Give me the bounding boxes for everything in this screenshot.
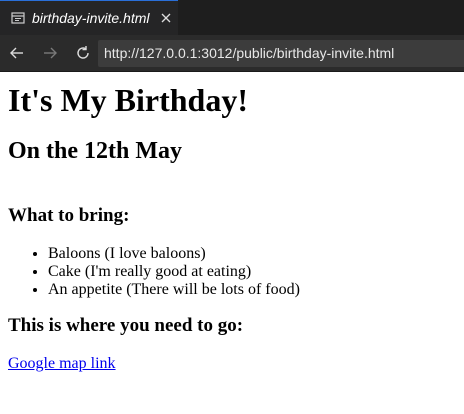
page-title: It's My Birthday! <box>8 82 248 118</box>
bring-heading: What to bring: <box>8 205 130 226</box>
list-item: An appetite (There will be lots of food) <box>48 281 456 299</box>
preview-icon <box>11 11 25 25</box>
google-map-link[interactable]: Google map link <box>8 355 116 373</box>
bring-list: Baloons (I love baloons) Cake (I'm reall… <box>8 245 456 299</box>
tab-bar: birthday-invite.html <box>0 0 464 35</box>
page-content: It's My Birthday! On the 12th May What t… <box>0 82 464 373</box>
tab-title: birthday-invite.html <box>32 10 150 26</box>
reload-icon[interactable] <box>75 45 91 61</box>
close-icon[interactable] <box>160 12 172 24</box>
event-date: On the 12th May <box>8 138 182 164</box>
list-item: Baloons (I love baloons) <box>48 245 456 263</box>
back-arrow-icon[interactable] <box>9 45 25 61</box>
tab-birthday-invite[interactable]: birthday-invite.html <box>0 0 178 35</box>
url-input[interactable]: http://127.0.0.1:3012/public/birthday-in… <box>98 39 464 67</box>
forward-arrow-icon[interactable] <box>42 45 58 61</box>
list-item: Cake (I'm really good at eating) <box>48 263 456 281</box>
tab-bar-empty <box>178 0 464 35</box>
location-heading: This is where you need to go: <box>8 315 244 336</box>
navigation-bar: http://127.0.0.1:3012/public/birthday-in… <box>0 35 464 72</box>
